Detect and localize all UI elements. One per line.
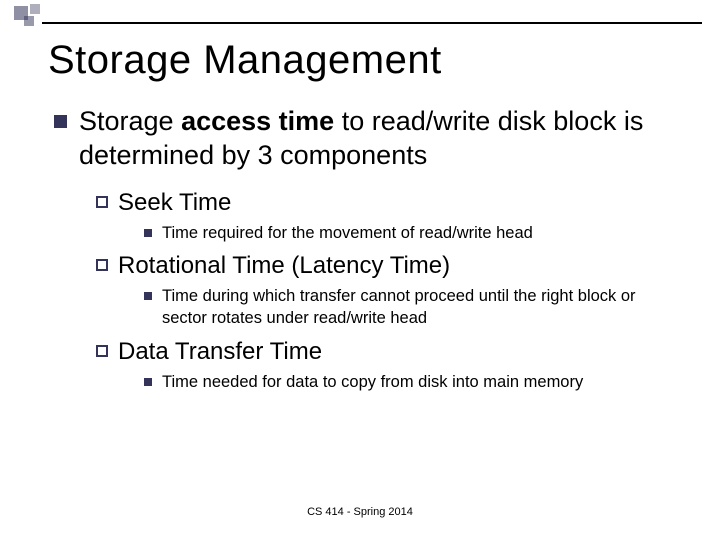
detail-text: Time needed for data to copy from disk i… (162, 371, 583, 393)
detail-bullet: Time required for the movement of read/w… (144, 222, 672, 244)
small-square-bullet-icon (144, 229, 152, 237)
small-square-bullet-icon (144, 292, 152, 300)
slide-footer: CS 414 - Spring 2014 (0, 506, 720, 518)
main-bullet: Storage access time to read/write disk b… (54, 105, 672, 173)
main-bullet-text: Storage access time to read/write disk b… (79, 105, 672, 173)
detail-text: Time required for the movement of read/w… (162, 222, 533, 244)
sub-bullet-label: Rotational Time (Latency Time) (118, 250, 450, 281)
sub-bullet-seek: Seek Time (96, 187, 672, 218)
sub-bullet-rotational: Rotational Time (Latency Time) (96, 250, 672, 281)
deco-line (42, 22, 702, 24)
sub-bullet-transfer: Data Transfer Time (96, 336, 672, 367)
hollow-square-bullet-icon (96, 345, 108, 357)
hollow-square-bullet-icon (96, 196, 108, 208)
text-prefix: Storage (79, 106, 181, 136)
detail-text: Time during which transfer cannot procee… (162, 285, 672, 330)
deco-square-icon (24, 16, 34, 26)
small-square-bullet-icon (144, 378, 152, 386)
sub-bullet-label: Data Transfer Time (118, 336, 322, 367)
text-bold: access time (181, 106, 334, 136)
hollow-square-bullet-icon (96, 259, 108, 271)
slide-title: Storage Management (48, 38, 672, 83)
sub-bullet-label: Seek Time (118, 187, 231, 218)
detail-bullet: Time needed for data to copy from disk i… (144, 371, 672, 393)
slide-body: Storage Management Storage access time t… (0, 0, 720, 393)
deco-square-icon (30, 4, 40, 14)
header-decoration (0, 4, 720, 30)
square-bullet-icon (54, 115, 67, 128)
detail-bullet: Time during which transfer cannot procee… (144, 285, 672, 330)
